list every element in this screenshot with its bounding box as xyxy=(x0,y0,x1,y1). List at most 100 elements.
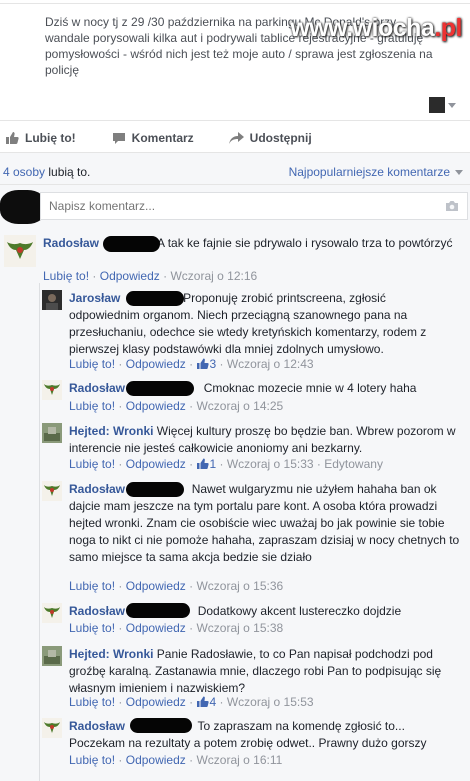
like-comment-link[interactable]: Lubię to! xyxy=(69,399,115,413)
sort-label: Najpopularniejsze komentarze xyxy=(288,165,450,179)
comment-time[interactable]: Wczoraj o 15:36 xyxy=(196,579,283,593)
comment-icon xyxy=(112,132,125,144)
comment-author[interactable]: Radosław xyxy=(69,482,125,496)
likes-count-link[interactable]: 4 osoby xyxy=(3,165,45,179)
like-comment-link[interactable]: Lubię to! xyxy=(69,753,115,767)
reply-link[interactable]: Odpowiedz xyxy=(100,269,160,283)
like-count[interactable]: 1 xyxy=(209,457,216,471)
comment-author[interactable]: Radosław xyxy=(69,719,125,733)
comment-button[interactable]: Komentarz xyxy=(112,131,194,145)
share-button[interactable]: Udostępnij xyxy=(228,131,312,145)
reply-link[interactable]: Odpowiedz xyxy=(126,399,186,413)
edited-label[interactable]: Edytowany xyxy=(324,457,383,471)
comment-author[interactable]: Jarosław xyxy=(69,291,120,305)
thumbs-up-icon xyxy=(6,132,19,144)
comment-author[interactable]: Hejted: Wronki xyxy=(69,424,153,438)
comment-label: Komentarz xyxy=(131,131,194,145)
avatar[interactable] xyxy=(42,603,62,623)
redaction xyxy=(126,482,184,497)
avatar[interactable] xyxy=(42,380,62,400)
reply-thread-line xyxy=(39,283,40,781)
comment-author[interactable]: Radosław xyxy=(69,381,125,395)
reply-link[interactable]: Odpowiedz xyxy=(126,621,186,635)
audience-avatar xyxy=(429,97,445,113)
avatar[interactable] xyxy=(42,290,62,310)
like-comment-link[interactable]: Lubię to! xyxy=(69,695,115,709)
comment-composer[interactable] xyxy=(40,192,468,220)
share-icon xyxy=(228,131,244,144)
share-label: Udostępnij xyxy=(249,131,312,145)
like-count[interactable]: 4 xyxy=(209,695,216,709)
comment-author[interactable]: Hejted: Wronki xyxy=(69,647,153,661)
redaction xyxy=(126,381,194,396)
avatar[interactable] xyxy=(4,235,36,267)
divider xyxy=(0,184,470,185)
comment-text: Cmoknac mozecie mnie w 4 lotery haha xyxy=(203,381,417,395)
camera-icon[interactable] xyxy=(445,200,459,212)
comment-time[interactable]: Wczoraj o 12:43 xyxy=(227,357,314,371)
reply-link[interactable]: Odpowiedz xyxy=(126,457,186,471)
comment-time[interactable]: Wczoraj o 15:53 xyxy=(227,695,314,709)
comment-meta: Lubię to! · Odpowiedz · 3 · Wczoraj o 12… xyxy=(69,357,314,371)
emblem-icon xyxy=(4,235,36,267)
emblem-icon xyxy=(42,718,62,738)
comment-meta: Lubię to! · Odpowiedz · Wczoraj o 15:38 xyxy=(69,621,284,635)
comment-time[interactable]: Wczoraj o 15:38 xyxy=(196,621,283,635)
watermark: www.wiocha.pl xyxy=(290,14,462,43)
comment-time[interactable]: Wczoraj o 15:33 xyxy=(227,457,314,471)
avatar[interactable] xyxy=(42,481,62,501)
redaction xyxy=(126,603,190,618)
comment-7: Radosław To zapraszam na komendę zgłosić… xyxy=(69,718,459,752)
like-button[interactable]: Lubię to! xyxy=(5,131,76,145)
like-comment-link[interactable]: Lubię to! xyxy=(69,579,115,593)
comment-6: Hejted: Wronki Panie Radosławie, to co P… xyxy=(69,646,464,697)
divider xyxy=(0,152,470,153)
watermark-tld: .pl xyxy=(434,14,462,42)
like-comment-link[interactable]: Lubię to! xyxy=(43,269,89,283)
like-comment-link[interactable]: Lubię to! xyxy=(69,457,115,471)
comment-time[interactable]: Wczoraj o 16:11 xyxy=(196,753,282,767)
chevron-down-icon xyxy=(455,169,463,175)
avatar[interactable] xyxy=(42,646,62,666)
comment-text: Dodatkowy akcent lustereczko dojdzie xyxy=(197,604,402,618)
post-audience-control[interactable] xyxy=(429,97,456,113)
comment-time[interactable]: Wczoraj o 12:16 xyxy=(170,269,257,283)
like-comment-link[interactable]: Lubię to! xyxy=(69,357,115,371)
top-border xyxy=(0,0,470,4)
comment-input[interactable] xyxy=(41,193,421,219)
comment-author[interactable]: Radosław xyxy=(69,604,125,618)
watermark-main: www.wiocha xyxy=(290,14,435,42)
comment-sort-dropdown[interactable]: Najpopularniejsze komentarze xyxy=(289,165,463,179)
comment-meta: Lubię to! · Odpowiedz · Wczoraj o 12:16 xyxy=(43,269,258,283)
comment-text: Proponuję zrobić printscreena, zgłosić o… xyxy=(69,291,427,356)
page-photo-icon xyxy=(42,646,62,666)
reply-link[interactable]: Odpowiedz xyxy=(126,579,186,593)
avatar[interactable] xyxy=(42,423,62,443)
likes-suffix: lubią to. xyxy=(45,165,91,179)
comment-text: A tak ke fajnie sie pdrywalo i rysowalo … xyxy=(157,236,453,250)
comment-meta: Lubię to! · Odpowiedz · Wczoraj o 16:11 xyxy=(69,753,283,767)
avatar[interactable] xyxy=(42,718,62,738)
redaction xyxy=(103,236,160,252)
reply-link[interactable]: Odpowiedz xyxy=(126,753,186,767)
comment-meta: Lubię to! · Odpowiedz · Wczoraj o 15:36 xyxy=(69,579,284,593)
comment-meta: Lubię to! · Odpowiedz · 1 · Wczoraj o 15… xyxy=(69,457,383,471)
likes-summary: 4 osoby lubią to. xyxy=(3,165,90,179)
reply-link[interactable]: Odpowiedz xyxy=(126,357,186,371)
redaction xyxy=(130,718,192,733)
reply-link[interactable]: Odpowiedz xyxy=(126,695,186,709)
like-count-icon xyxy=(197,458,210,469)
divider xyxy=(0,120,470,121)
chevron-down-icon xyxy=(448,102,456,108)
like-count[interactable]: 3 xyxy=(209,357,216,371)
comment-3: Hejted: Wronki Więcej kultury proszę bo … xyxy=(69,423,464,457)
comment-author[interactable]: Radosław xyxy=(43,236,99,250)
comment-time[interactable]: Wczoraj o 14:25 xyxy=(196,399,283,413)
redaction xyxy=(126,291,184,306)
page-photo-icon xyxy=(42,423,62,443)
like-comment-link[interactable]: Lubię to! xyxy=(69,621,115,635)
emblem-icon xyxy=(42,380,62,400)
user-photo-icon xyxy=(42,290,62,310)
post-actions: Lubię to! Komentarz Udostępnij xyxy=(0,126,470,150)
emblem-icon xyxy=(42,481,62,501)
